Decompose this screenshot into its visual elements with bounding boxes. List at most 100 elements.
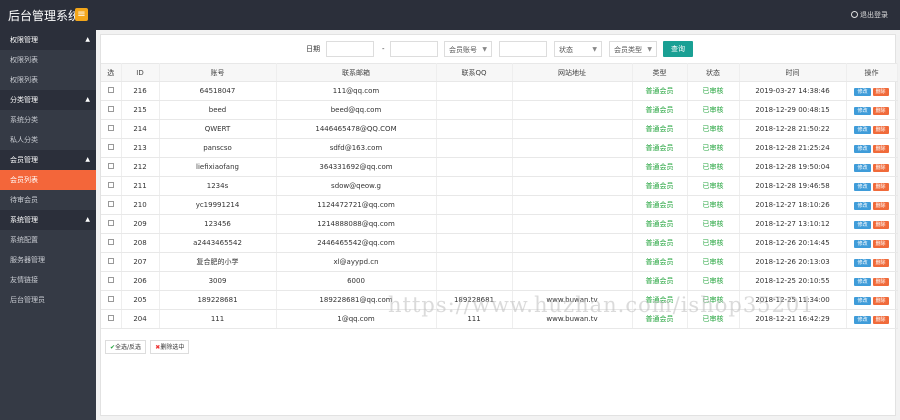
cell-id: 207 (121, 252, 160, 272)
row-checkbox[interactable] (107, 106, 114, 112)
delete-button[interactable]: 删除 (872, 315, 889, 324)
delete-button[interactable]: 删除 (872, 87, 889, 96)
cell-time: 2018-12-27 18:10:26 (739, 195, 847, 215)
date-label: 日期 (306, 45, 320, 53)
cell-account: 64518047 (159, 81, 277, 101)
sidebar-item-admins[interactable]: 后台管理员 (0, 290, 96, 310)
type-select[interactable]: 会员类型 ▼ (609, 41, 657, 57)
edit-button[interactable]: 修改 (854, 106, 871, 115)
edit-button[interactable]: 修改 (854, 125, 871, 134)
cell-qq (436, 271, 513, 291)
cell-qq (436, 81, 513, 101)
table-row: 213 panscso sdfd@163.com 普通会员 已审核 2018-12-28 … (101, 138, 898, 158)
delete-button[interactable]: 删除 (872, 296, 889, 305)
delete-button[interactable]: 删除 (872, 125, 889, 134)
cell-account: a2443465542 (159, 233, 277, 253)
account-input[interactable] (499, 41, 547, 57)
delete-button[interactable]: 删除 (872, 258, 889, 267)
search-button[interactable]: 查询 (663, 41, 693, 57)
logout-link[interactable]: 退出登录 (851, 10, 888, 20)
date-end-input[interactable] (390, 41, 438, 57)
cell-type: 普通会员 (632, 138, 688, 158)
row-checkbox[interactable] (107, 220, 114, 226)
delete-button[interactable]: 删除 (872, 239, 889, 248)
table-row: 209 123456 1214888088@qq.com 普通会员 已审核 2018-12… (101, 214, 898, 234)
cell-status: 已审核 (687, 271, 740, 291)
cell-actions: 修改 删除 (846, 119, 898, 139)
sidebar-item-permission-list[interactable]: 权限列表 (0, 50, 96, 70)
row-checkbox-cell (101, 271, 122, 291)
cell-email: 364331692@qq.com (276, 157, 437, 177)
sidebar-item-server-manage[interactable]: 服务器管理 (0, 250, 96, 270)
edit-button[interactable]: 修改 (854, 258, 871, 267)
account-select[interactable]: 会员账号 ▼ (444, 41, 492, 57)
delete-button[interactable]: 删除 (872, 277, 889, 286)
edit-button[interactable]: 修改 (854, 315, 871, 324)
main-content: 日期 - 会员账号 ▼ 状态 ▼ 会员类型 ▼ 查询 选 ID 账号 联系邮箱 联系QQ 网站地… (96, 30, 900, 420)
cell-type: 普通会员 (632, 271, 688, 291)
sidebar-item-system-config[interactable]: 系统配置 (0, 230, 96, 250)
table-row: 214 QWERT 1446465478@QQ.COM 普通会员 已审核 2018-12-… (101, 119, 898, 139)
delete-button[interactable]: 删除 (872, 201, 889, 210)
sidebar-group-permission[interactable]: 权限管理 ▲ (0, 30, 96, 50)
cell-actions: 修改 删除 (846, 252, 898, 272)
cell-qq (436, 214, 513, 234)
edit-button[interactable]: 修改 (854, 87, 871, 96)
delete-button[interactable]: 删除 (872, 163, 889, 172)
edit-button[interactable]: 修改 (854, 163, 871, 172)
edit-button[interactable]: 修改 (854, 201, 871, 210)
table-row: 211 1234s sdow@qeow.g 普通会员 已审核 2018-12-28 19:… (101, 176, 898, 196)
cell-account: 189228681 (159, 290, 277, 310)
status-select[interactable]: 状态 ▼ (554, 41, 602, 57)
cell-status: 已审核 (687, 119, 740, 139)
sidebar-item-system-category[interactable]: 系统分类 (0, 110, 96, 130)
row-checkbox-cell (101, 252, 122, 272)
delete-button[interactable]: 删除 (872, 144, 889, 153)
select-all-button[interactable]: ✔全选/反选 (105, 340, 147, 354)
row-checkbox[interactable] (107, 239, 114, 245)
date-start-input[interactable] (326, 41, 374, 57)
delete-selected-button[interactable]: ✖删除选中 (150, 340, 190, 354)
sidebar-group-system[interactable]: 系统管理 ▲ (0, 210, 96, 230)
delete-button[interactable]: 删除 (872, 106, 889, 115)
cell-id: 214 (121, 119, 160, 139)
edit-button[interactable]: 修改 (854, 220, 871, 229)
sidebar-item-permission-list-2[interactable]: 权限列表 (0, 70, 96, 90)
cell-time: 2018-12-28 21:25:24 (739, 138, 847, 158)
menu-icon[interactable]: ≡ (75, 8, 88, 21)
row-checkbox[interactable] (107, 258, 114, 264)
delete-button[interactable]: 删除 (872, 182, 889, 191)
caret-up-icon: ▲ (85, 156, 90, 163)
edit-button[interactable]: 修改 (854, 182, 871, 191)
row-checkbox[interactable] (107, 87, 114, 93)
cell-actions: 修改 删除 (846, 233, 898, 253)
sidebar-group-category[interactable]: 分类管理 ▲ (0, 90, 96, 110)
edit-button[interactable]: 修改 (854, 277, 871, 286)
cell-time: 2018-12-29 00:48:15 (739, 100, 847, 120)
delete-button[interactable]: 删除 (872, 220, 889, 229)
sidebar-item-friend-links[interactable]: 友情链接 (0, 270, 96, 290)
cell-actions: 修改 删除 (846, 309, 898, 329)
app-title: 后台管理系统 (8, 9, 81, 23)
cell-actions: 修改 删除 (846, 195, 898, 215)
cell-type: 普通会员 (632, 119, 688, 139)
row-checkbox[interactable] (107, 182, 114, 188)
edit-button[interactable]: 修改 (854, 144, 871, 153)
sidebar-item-member-list[interactable]: 会员列表 (0, 170, 96, 190)
row-checkbox[interactable] (107, 277, 114, 283)
sidebar-item-pending-members[interactable]: 待审会员 (0, 190, 96, 210)
cell-email: xl@ayypd.cn (276, 252, 437, 272)
edit-button[interactable]: 修改 (854, 296, 871, 305)
sidebar-item-private-category[interactable]: 私人分类 (0, 130, 96, 150)
row-checkbox[interactable] (107, 163, 114, 169)
cell-email: 1446465478@QQ.COM (276, 119, 437, 139)
cell-actions: 修改 删除 (846, 157, 898, 177)
row-checkbox[interactable] (107, 296, 114, 302)
edit-button[interactable]: 修改 (854, 239, 871, 248)
row-checkbox[interactable] (107, 201, 114, 207)
cell-website (512, 271, 633, 291)
sidebar-group-member[interactable]: 会员管理 ▲ (0, 150, 96, 170)
row-checkbox[interactable] (107, 144, 114, 150)
row-checkbox[interactable] (107, 315, 114, 321)
row-checkbox[interactable] (107, 125, 114, 131)
